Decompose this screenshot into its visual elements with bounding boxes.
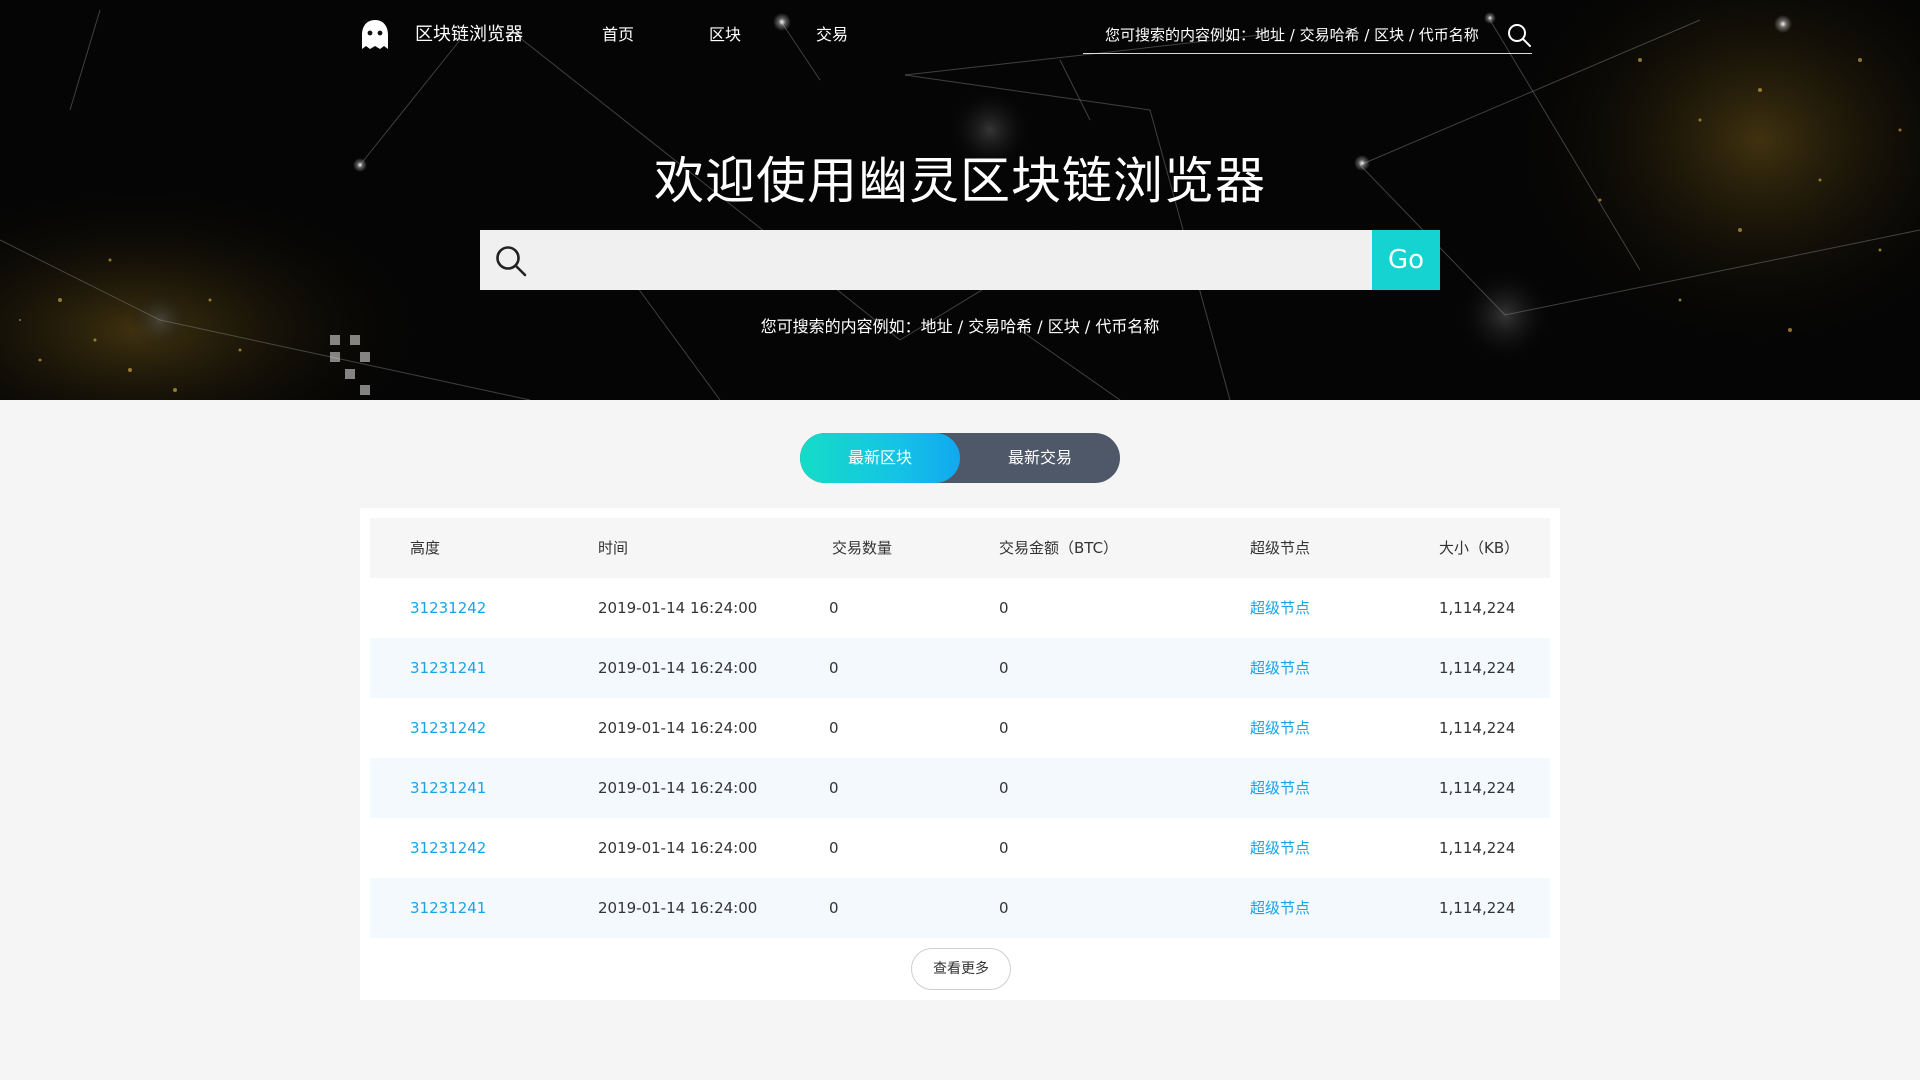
nav-item-transactions[interactable]: 交易	[816, 24, 848, 46]
main-search-box: Go	[480, 230, 1440, 290]
search-icon	[496, 246, 527, 277]
table-header: 高度 时间 交易数量 交易金额（BTC） 超级节点 大小（KB）	[370, 518, 1550, 578]
block-height-link[interactable]: 31231242	[410, 837, 486, 859]
block-tx-count: 0	[829, 599, 839, 617]
block-height-link[interactable]: 31231241	[410, 897, 486, 919]
block-height-link[interactable]: 31231241	[410, 657, 486, 679]
top-search-placeholder[interactable]: 您可搜索的内容例如：地址 / 交易哈希 / 区块 / 代币名称	[1105, 24, 1479, 46]
super-node-link[interactable]: 超级节点	[1250, 897, 1310, 919]
column-header-super-node: 超级节点	[1250, 539, 1311, 557]
block-amount: 0	[999, 599, 1009, 617]
column-header-amount: 交易金额（BTC）	[999, 539, 1119, 557]
block-size: 1,114,224	[1439, 659, 1516, 677]
tab-switcher: 最新交易 最新区块	[800, 433, 1120, 483]
tab-latest-blocks[interactable]: 最新区块	[800, 433, 960, 483]
block-size: 1,114,224	[1439, 599, 1516, 617]
block-height-link[interactable]: 31231242	[410, 717, 486, 739]
nav-item-home[interactable]: 首页	[602, 24, 634, 46]
super-node-link[interactable]: 超级节点	[1250, 597, 1310, 619]
block-size: 1,114,224	[1439, 839, 1516, 857]
view-more-button[interactable]: 查看更多	[911, 948, 1011, 990]
main-search-input[interactable]	[542, 230, 1362, 290]
block-time: 2019-01-14 16:24:00	[598, 599, 758, 617]
brand-name[interactable]: 区块链浏览器	[415, 23, 523, 47]
block-height-link[interactable]: 31231241	[410, 777, 486, 799]
nav-item-blocks[interactable]: 区块	[709, 24, 741, 46]
column-header-size: 大小（KB）	[1439, 539, 1520, 557]
column-header-time: 时间	[598, 539, 629, 557]
block-size: 1,114,224	[1439, 719, 1516, 737]
table-row: 31231241 2019-01-14 16:24:00 0 0 超级节点 1,…	[370, 878, 1550, 938]
block-time: 2019-01-14 16:24:00	[598, 659, 758, 677]
block-tx-count: 0	[829, 779, 839, 797]
blocks-table: 高度 时间 交易数量 交易金额（BTC） 超级节点 大小（KB） 3123124…	[360, 508, 1560, 1000]
block-size: 1,114,224	[1439, 779, 1516, 797]
table-row: 31231242 2019-01-14 16:24:00 0 0 超级节点 1,…	[370, 698, 1550, 758]
block-time: 2019-01-14 16:24:00	[598, 779, 758, 797]
block-tx-count: 0	[829, 899, 839, 917]
tab-latest-transactions[interactable]: 最新交易	[960, 433, 1120, 483]
block-amount: 0	[999, 839, 1009, 857]
search-icon[interactable]	[1506, 22, 1532, 48]
ghost-icon[interactable]	[358, 18, 392, 52]
super-node-link[interactable]: 超级节点	[1250, 777, 1310, 799]
table-row: 31231242 2019-01-14 16:24:00 0 0 超级节点 1,…	[370, 578, 1550, 638]
super-node-link[interactable]: 超级节点	[1250, 657, 1310, 679]
block-tx-count: 0	[829, 659, 839, 677]
search-hint: 您可搜索的内容例如：地址 / 交易哈希 / 区块 / 代币名称	[760, 317, 1160, 336]
go-button[interactable]: Go	[1372, 230, 1440, 290]
table-row: 31231242 2019-01-14 16:24:00 0 0 超级节点 1,…	[370, 818, 1550, 878]
block-time: 2019-01-14 16:24:00	[598, 719, 758, 737]
column-header-tx-count: 交易数量	[832, 539, 893, 557]
block-amount: 0	[999, 779, 1009, 797]
block-tx-count: 0	[829, 839, 839, 857]
super-node-link[interactable]: 超级节点	[1250, 717, 1310, 739]
top-search-field[interactable]: 您可搜索的内容例如：地址 / 交易哈希 / 区块 / 代币名称	[1083, 18, 1532, 54]
top-navbar: 区块链浏览器 首页 区块 交易 您可搜索的内容例如：地址 / 交易哈希 / 区块…	[0, 0, 1920, 70]
block-time: 2019-01-14 16:24:00	[598, 899, 758, 917]
block-height-link[interactable]: 31231242	[410, 597, 486, 619]
block-size: 1,114,224	[1439, 899, 1516, 917]
block-amount: 0	[999, 899, 1009, 917]
column-header-height: 高度	[410, 539, 441, 557]
hero-banner: 区块链浏览器 首页 区块 交易 您可搜索的内容例如：地址 / 交易哈希 / 区块…	[0, 0, 1920, 400]
super-node-link[interactable]: 超级节点	[1250, 837, 1310, 859]
table-row: 31231241 2019-01-14 16:24:00 0 0 超级节点 1,…	[370, 638, 1550, 698]
block-amount: 0	[999, 659, 1009, 677]
hero-title: 欢迎使用幽灵区块链浏览器	[654, 152, 1266, 210]
table-row: 31231241 2019-01-14 16:24:00 0 0 超级节点 1,…	[370, 758, 1550, 818]
block-tx-count: 0	[829, 719, 839, 737]
block-time: 2019-01-14 16:24:00	[598, 839, 758, 857]
block-amount: 0	[999, 719, 1009, 737]
